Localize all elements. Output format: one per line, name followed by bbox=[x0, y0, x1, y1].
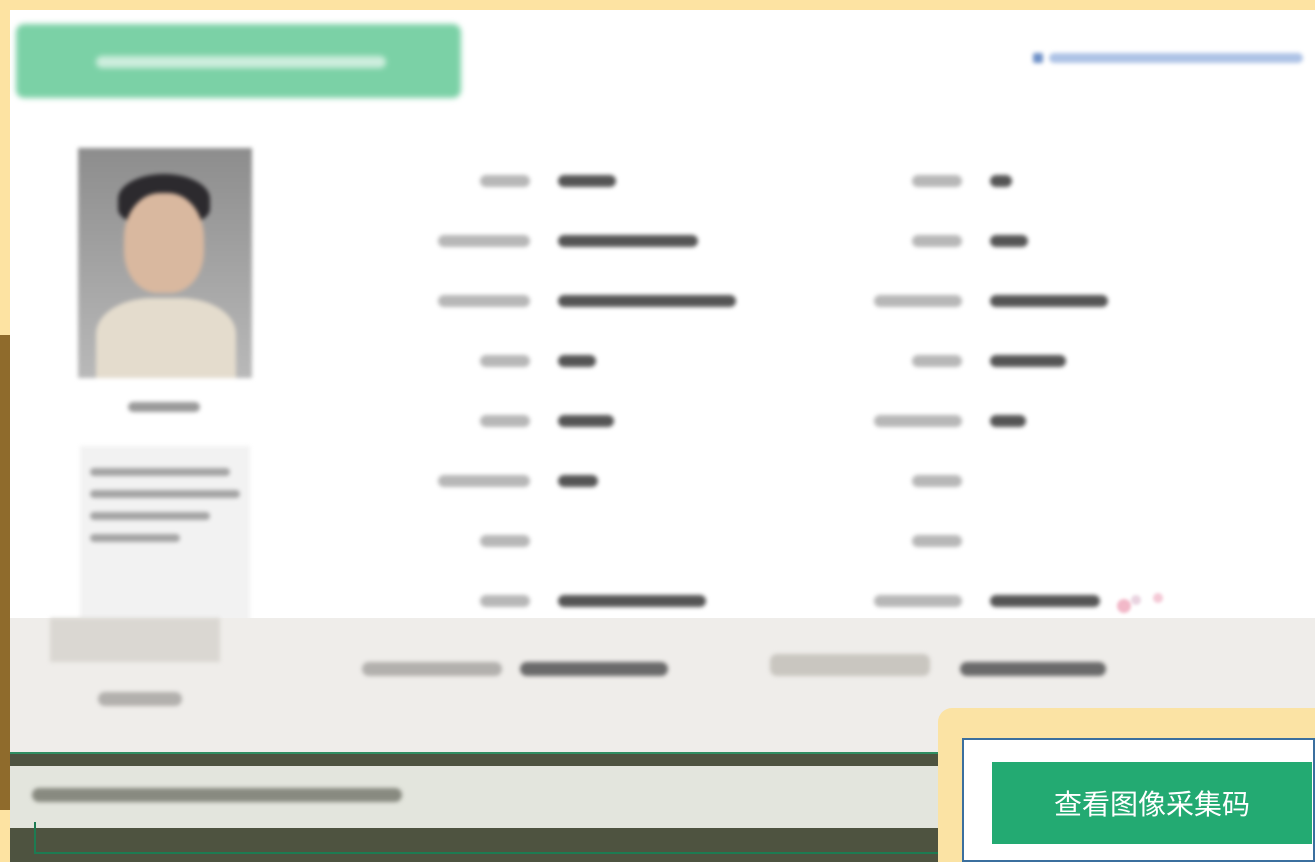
lower-caption-blurred bbox=[98, 692, 182, 706]
status-frame bbox=[34, 822, 974, 854]
field-label-blurred bbox=[480, 355, 530, 367]
field-label-blurred bbox=[480, 595, 530, 607]
field-label-blurred bbox=[874, 295, 962, 307]
field-label-blurred bbox=[362, 662, 502, 676]
field-value-blurred bbox=[990, 415, 1026, 427]
section-title-text-blurred bbox=[96, 56, 386, 68]
field-label-blurred bbox=[438, 475, 530, 487]
field-value-blurred bbox=[990, 175, 1012, 187]
lower-left-card-blurred bbox=[50, 618, 220, 662]
field-value-blurred bbox=[558, 475, 598, 487]
field-label-blurred bbox=[438, 235, 530, 247]
field-value-blurred bbox=[558, 415, 614, 427]
top-right-link[interactable] bbox=[1033, 52, 1303, 64]
background-window-strip bbox=[0, 335, 10, 810]
field-value-blurred bbox=[558, 295, 736, 307]
avatar-caption-blurred bbox=[128, 402, 200, 412]
field-label-blurred bbox=[912, 475, 962, 487]
field-label-blurred bbox=[912, 535, 962, 547]
field-label-blurred bbox=[874, 595, 962, 607]
side-note-card bbox=[80, 446, 250, 631]
field-label-blurred bbox=[480, 175, 530, 187]
avatar bbox=[78, 148, 252, 378]
section-title-button[interactable] bbox=[16, 24, 461, 98]
field-value-blurred bbox=[558, 175, 616, 187]
field-value-blurred bbox=[990, 295, 1108, 307]
info-icon bbox=[1033, 53, 1043, 63]
field-label-blurred bbox=[770, 654, 930, 676]
student-info-panel bbox=[10, 10, 1315, 631]
field-label-blurred bbox=[912, 175, 962, 187]
status-message-blurred bbox=[32, 788, 402, 802]
field-label-blurred bbox=[480, 415, 530, 427]
popup-card: 查看图像采集码 bbox=[962, 738, 1315, 862]
decoration-icon bbox=[1117, 593, 1163, 613]
bottom-status-bar bbox=[10, 752, 974, 862]
field-value-blurred bbox=[990, 235, 1028, 247]
field-value-blurred bbox=[558, 355, 596, 367]
field-label-blurred bbox=[480, 535, 530, 547]
top-right-link-text-blurred bbox=[1049, 53, 1303, 63]
field-value-blurred bbox=[990, 595, 1100, 607]
field-value-blurred bbox=[558, 235, 698, 247]
field-label-blurred bbox=[912, 235, 962, 247]
field-label-blurred bbox=[912, 355, 962, 367]
field-label-blurred bbox=[874, 415, 962, 427]
field-value-blurred bbox=[520, 662, 668, 676]
field-value-blurred bbox=[558, 595, 706, 607]
field-value-blurred bbox=[960, 662, 1106, 676]
field-label-blurred bbox=[438, 295, 530, 307]
view-image-collection-code-button[interactable]: 查看图像采集码 bbox=[992, 762, 1312, 844]
field-value-blurred bbox=[990, 355, 1066, 367]
status-message-strip bbox=[10, 766, 970, 828]
